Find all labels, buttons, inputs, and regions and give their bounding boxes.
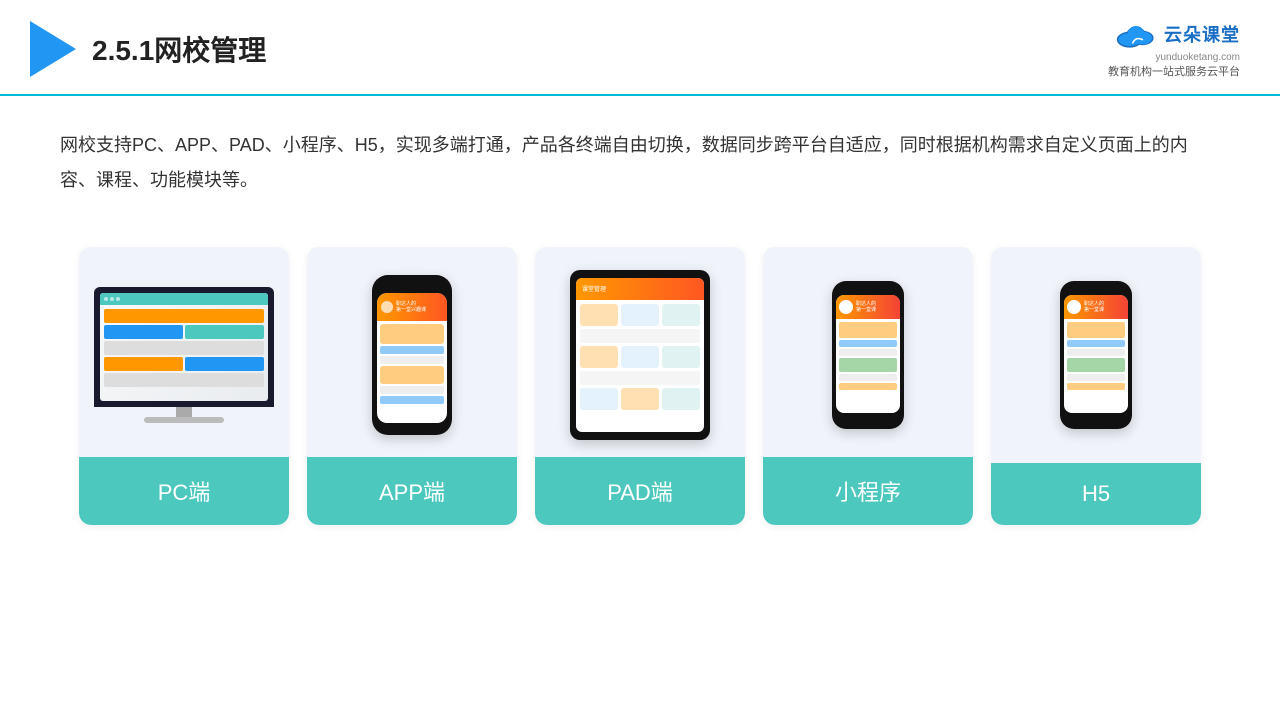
card-app-image: 职达人的第一堂兴趣课 [307,247,517,457]
card-h5-image: 职达人的第一堂课 [991,247,1201,457]
card-app: 职达人的第一堂兴趣课 APP端 [307,247,517,525]
header-left: 2.5.1网校管理 [30,21,266,77]
brand-name-text: 云朵课堂 [1164,21,1240,47]
logo-triangle-icon [30,21,76,77]
platform-cards-container: PC端 职达人的第一堂兴趣课 [0,217,1280,555]
card-h5: 职达人的第一堂课 H5 [991,247,1201,525]
header-right: 云朵课堂 yunduoketang.com 教育机构一站式服务云平台 [1108,18,1240,80]
cloud-icon [1112,18,1160,50]
page-title: 2.5.1网校管理 [92,29,266,69]
mini-phone-icon: 职达人的第一堂课 [832,281,904,429]
description-paragraph: 网校支持PC、APP、PAD、小程序、H5，实现多端打通，产品各终端自由切换，数… [60,128,1220,196]
brand-slogan: 教育机构一站式服务云平台 [1108,65,1240,80]
h5-phone-icon: 职达人的第一堂课 [1060,281,1132,429]
card-pc-label: PC端 [79,457,289,525]
app-phone-icon: 职达人的第一堂兴趣课 [372,275,452,435]
card-mini-image: 职达人的第一堂课 [763,247,973,457]
card-pc: PC端 [79,247,289,525]
pc-monitor-icon [94,287,274,423]
card-mini-label: 小程序 [763,457,973,525]
card-app-label: APP端 [307,457,517,525]
brand-logo: 云朵课堂 yunduoketang.com 教育机构一站式服务云平台 [1108,18,1240,80]
pad-tablet-icon: 课堂管理 [570,270,710,440]
card-pad: 课堂管理 [535,247,745,525]
card-pc-image [79,247,289,457]
brand-url-text: yunduoketang.com [1155,52,1240,63]
card-h5-label: H5 [991,463,1201,525]
brand-cloud-row: 云朵课堂 [1112,18,1240,50]
card-mini: 职达人的第一堂课 小程序 [763,247,973,525]
card-pad-label: PAD端 [535,457,745,525]
page-header: 2.5.1网校管理 云朵课堂 yunduoketang.com [0,0,1280,96]
card-pad-image: 课堂管理 [535,247,745,457]
description-text: 网校支持PC、APP、PAD、小程序、H5，实现多端打通，产品各终端自由切换，数… [0,96,1280,206]
